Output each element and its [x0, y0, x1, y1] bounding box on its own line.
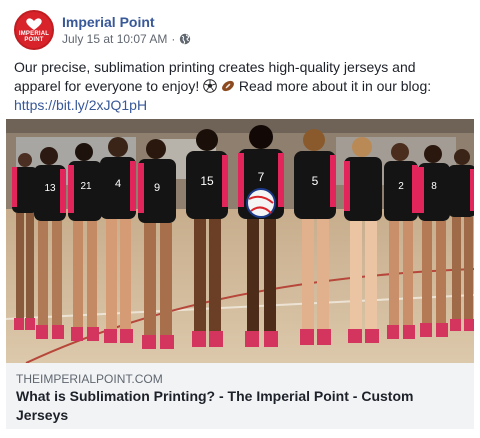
avatar-brand-text: IMPERIAL POINT	[18, 31, 50, 43]
link-domain: THEIMPERIALPOINT.COM	[16, 372, 163, 386]
separator-dot: ·	[171, 32, 176, 46]
post-text: Our precise, sublimation printing create…	[14, 58, 466, 115]
globe-icon[interactable]	[179, 33, 191, 45]
jersey-number: 2	[398, 181, 404, 192]
jersey-number: 5	[312, 174, 319, 188]
volleyball-team-photo: 13 21 4 9 15 7 5 2 8	[6, 119, 474, 363]
jersey-number: 21	[80, 181, 92, 192]
jersey-number: 9	[154, 182, 160, 194]
post-timestamp[interactable]: July 15 at 10:07 AM	[62, 31, 167, 47]
link-preview-image[interactable]: 13 21 4 9 15 7 5 2 8	[6, 119, 474, 363]
heart-logo-icon	[26, 18, 42, 30]
post-header: IMPERIAL POINT Imperial Point July 15 at…	[14, 8, 191, 52]
page-avatar[interactable]: IMPERIAL POINT	[14, 10, 54, 50]
blog-link[interactable]: https://bit.ly/2xJQ1pH	[14, 97, 147, 113]
post-meta: Imperial Point July 15 at 10:07 AM ·	[62, 13, 191, 47]
link-title[interactable]: What is Sublimation Printing? - The Impe…	[16, 387, 464, 425]
jersey-number: 15	[200, 174, 214, 188]
page-name-link[interactable]: Imperial Point	[62, 13, 191, 31]
post-subline: July 15 at 10:07 AM ·	[62, 31, 191, 47]
post-text-part-2: Read more about it in our blog:	[238, 78, 432, 94]
jersey-number: 8	[431, 181, 437, 192]
football-icon	[222, 80, 234, 92]
jersey-number: 7	[258, 170, 265, 184]
jersey-number: 4	[115, 178, 121, 190]
link-preview-card[interactable]: THEIMPERIALPOINT.COM What is Sublimation…	[6, 363, 474, 429]
jersey-number: 13	[44, 183, 56, 194]
facebook-post: IMPERIAL POINT Imperial Point July 15 at…	[0, 0, 480, 438]
soccer-ball-icon	[203, 79, 217, 93]
